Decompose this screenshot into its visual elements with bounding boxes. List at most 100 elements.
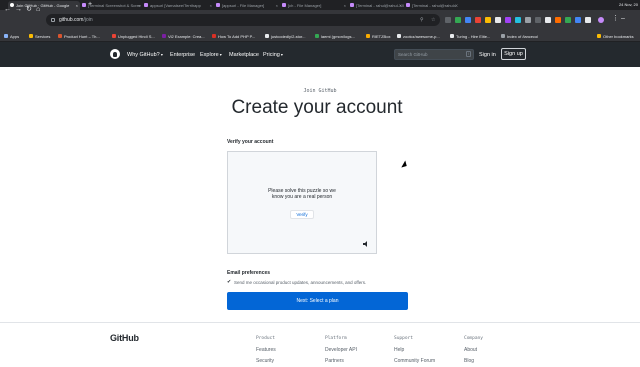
minimize-icon[interactable]: – — [621, 15, 625, 22]
bookmark-item[interactable]: Index of /lancecol — [501, 33, 538, 40]
bookmark-item[interactable]: laemi (gmon/logs... — [315, 33, 355, 40]
nav-item-label: Enterprise — [170, 52, 196, 58]
bookmark-item[interactable]: Product Hunt – Th... — [58, 33, 100, 40]
bookmark-item[interactable]: zootcz/awesome-p... — [397, 33, 440, 40]
footer-github-logo[interactable]: GitHub — [110, 333, 139, 343]
tab-favicon-icon — [82, 3, 86, 7]
nav-item-enterprise[interactable]: Enterprise — [170, 51, 195, 59]
bookmark-item[interactable]: justcodedly/2-stor... — [265, 33, 305, 40]
bookmark-item[interactable]: Other bookmarks — [597, 33, 634, 40]
bookmark-item[interactable]: RIETZBox — [366, 33, 390, 40]
forward-icon[interactable]: → — [15, 6, 22, 13]
footer-link[interactable]: About — [464, 345, 483, 356]
profile-avatar-icon[interactable] — [598, 17, 604, 23]
captcha-message: Please solve this puzzle so we know you … — [228, 188, 376, 200]
nav-item-marketplace[interactable]: Marketplace — [229, 51, 259, 59]
footer-link[interactable]: Help — [394, 345, 435, 356]
footer-column-heading: Support — [394, 336, 413, 341]
bookmark-item[interactable]: Apps — [4, 33, 19, 40]
tab-close-icon[interactable]: × — [138, 1, 140, 10]
tab-favicon-icon — [350, 3, 354, 7]
chevron-down-icon: ▾ — [218, 52, 222, 57]
tab-favicon-icon — [282, 3, 286, 7]
footer-link[interactable]: Security — [256, 356, 276, 367]
extension-icon[interactable] — [565, 17, 571, 23]
tab-close-icon[interactable]: × — [276, 1, 278, 10]
key-icon[interactable]: ⚲ — [420, 17, 424, 23]
extension-icon[interactable] — [455, 17, 461, 23]
bookmark-item[interactable]: Unplugged Hindi S... — [112, 33, 155, 40]
bookmark-item[interactable]: Turing - Hire Elite... — [450, 33, 490, 40]
footer-column-heading: Company — [464, 336, 483, 341]
email-opt-in-label[interactable]: Send me occasional product updates, anno… — [234, 280, 366, 285]
lock-icon[interactable] — [51, 18, 55, 22]
extension-icon[interactable] — [545, 17, 551, 23]
footer-link[interactable]: Features — [256, 345, 276, 356]
extension-icon[interactable] — [525, 17, 531, 23]
menu-kebab-icon[interactable]: ⋮ — [612, 15, 619, 22]
nav-item-label: Why GitHub? — [127, 52, 160, 58]
nav-item-explore[interactable]: Explore ▾ — [200, 51, 222, 59]
extension-icon[interactable] — [515, 17, 521, 23]
nav-item-label: Marketplace — [229, 52, 259, 58]
sign-in-link[interactable]: Sign in — [479, 51, 496, 59]
extension-icon[interactable] — [505, 17, 511, 23]
footer-link[interactable]: Blog — [464, 356, 483, 367]
extension-icon[interactable] — [555, 17, 561, 23]
browser-tab[interactable]: [appsurl - File Manager] × — [214, 1, 280, 10]
bookmark-item[interactable]: How To Add PHP P... — [212, 33, 255, 40]
tab-favicon-icon — [406, 3, 410, 7]
footer-column: Platform Developer API Partners — [325, 333, 357, 367]
browser-tab[interactable]: appsurl [Varnalsee/Terrihapp × — [142, 1, 214, 10]
tab-title: Join GitHub · GitHub - Google — [16, 3, 70, 8]
extension-icon[interactable] — [585, 17, 591, 23]
mouse-cursor-icon — [401, 160, 409, 170]
next-select-plan-button[interactable]: Next: Select a plan — [227, 292, 408, 310]
audio-challenge-icon[interactable] — [363, 241, 369, 247]
chevron-down-icon: ▾ — [159, 52, 163, 57]
github-octocat-icon[interactable] — [110, 49, 120, 59]
bookmark-item[interactable]: Services — [29, 33, 50, 40]
tab-close-icon[interactable]: × — [344, 1, 346, 10]
extension-icon[interactable] — [485, 17, 491, 23]
search-input[interactable]: Search GitHub — [394, 49, 474, 60]
extension-icon[interactable] — [465, 17, 471, 23]
tab-close-icon[interactable]: × — [454, 1, 456, 10]
bookmark-star-icon[interactable]: ☆ — [431, 17, 435, 23]
tab-title: [appsurl - File Manager] — [222, 3, 265, 8]
tab-title: [Terminal - rahul@rahul-XX1 — [412, 3, 458, 8]
extension-icon[interactable] — [575, 17, 581, 23]
url-text[interactable]: github.com/join — [59, 16, 93, 24]
extension-icon[interactable] — [445, 17, 451, 23]
extension-icon[interactable] — [495, 17, 501, 23]
url-host: github.com — [59, 17, 84, 23]
footer-link[interactable]: Community Forum — [394, 356, 435, 367]
tab-close-icon[interactable]: × — [210, 1, 212, 10]
browser-tab[interactable]: [ch - File Manager] × — [280, 1, 348, 10]
nav-item-why-github[interactable]: Why GitHub? ▾ — [127, 51, 163, 59]
system-clock: 24 Nov, 20 — [618, 2, 638, 7]
extension-icon[interactable] — [535, 17, 541, 23]
footer-column: Support Help Community Forum — [394, 333, 435, 367]
nav-item-pricing[interactable]: Pricing ▾ — [263, 51, 283, 59]
email-opt-in-checkbox[interactable]: ✔ — [227, 280, 231, 285]
verify-heading: Verify your account — [227, 139, 274, 145]
tab-close-icon[interactable]: × — [400, 1, 402, 10]
footer-column: Company About Blog — [464, 333, 483, 367]
footer-link[interactable]: Partners — [325, 356, 357, 367]
browser-tab[interactable]: [Terminal - rahul@rahul-XX1 × — [348, 1, 404, 10]
tab-close-icon[interactable]: × — [76, 1, 78, 10]
back-icon[interactable]: ← — [4, 6, 11, 13]
browser-tab[interactable]: [Terminal Screenshot & Scree × — [80, 1, 142, 10]
sign-up-button[interactable]: Sign up — [501, 48, 526, 60]
bookmark-item[interactable]: Vi2 Example: Crea... — [162, 33, 205, 40]
browser-tab[interactable]: [Terminal - rahul@rahul-XX1 × — [404, 1, 458, 10]
nav-item-label: Explore — [200, 52, 219, 58]
address-bar[interactable] — [46, 14, 440, 26]
browser-tab-strip: + 24 Nov, 20 Join GitHub · GitHub - Goog… — [0, 0, 640, 10]
extension-icon[interactable] — [475, 17, 481, 23]
reload-icon[interactable]: ↻ — [26, 6, 32, 13]
captcha-verify-button[interactable]: Verify — [290, 210, 314, 219]
footer-link[interactable]: Developer API — [325, 345, 357, 356]
home-icon[interactable]: ⌂ — [36, 6, 40, 13]
